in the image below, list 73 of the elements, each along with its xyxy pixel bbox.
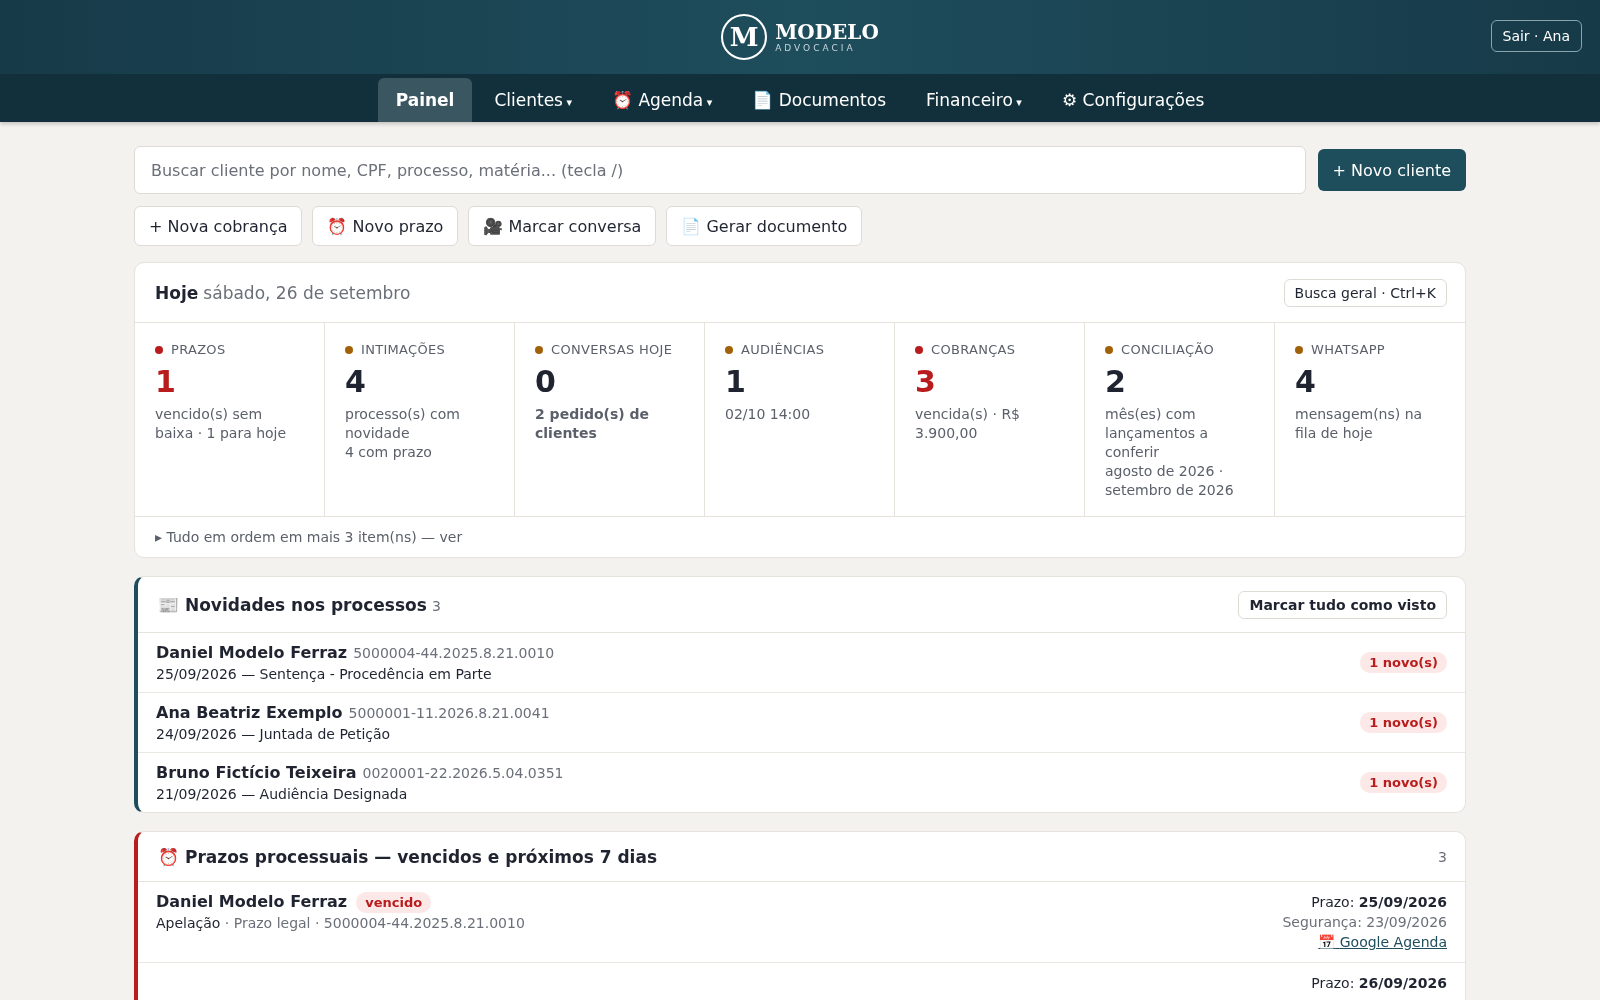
client-name[interactable]: Bruno Fictício Teixeira	[156, 763, 357, 782]
quick-action-button[interactable]: ⏰ Novo prazo	[312, 206, 459, 246]
metric-label: COBRANÇAS	[931, 342, 1016, 357]
metric-note: mensagem(ns) na fila de hoje	[1295, 405, 1424, 443]
search-field[interactable]: Buscar cliente por nome, CPF, processo, matéria... (tecla /)	[134, 146, 1306, 194]
metric-value: 0	[535, 364, 557, 399]
safety-date: Segurança: 23/09/2026	[1282, 913, 1447, 932]
new-count-badge: 1 novo(s)	[1360, 712, 1447, 733]
today-date: sábado, 26 de setembro	[203, 282, 411, 303]
client-name[interactable]: Daniel Modelo Ferraz	[156, 892, 348, 911]
quick-action-button[interactable]: + Nova cobrança	[134, 206, 303, 246]
due-date: Prazo: 26/09/2026	[1311, 974, 1447, 993]
brand-tagline: ADVOCACIA	[775, 43, 857, 53]
process-number: 0020001-22.2026.5.04.0351	[362, 765, 564, 781]
metric-label: PRAZOS	[171, 342, 226, 357]
metric-label: CONCILIAÇÃO	[1121, 342, 1214, 357]
news-title: 📰 Novidades nos processos	[158, 594, 427, 615]
nav-tab[interactable]: Financeiro ▾	[908, 78, 1040, 122]
metric-note: vencido(s) sem baixa · 1 para hoje	[155, 405, 288, 443]
metric-value: 1	[155, 364, 177, 399]
metric-label: CONVERSAS HOJE	[551, 342, 673, 357]
global-search-button[interactable]: Busca geral · Ctrl+K	[1283, 278, 1447, 307]
process-number: 5000001-11.2026.8.21.0041	[348, 705, 550, 721]
metric-value: 3	[915, 364, 937, 399]
mark-seen-button[interactable]: Marcar tudo como visto	[1238, 590, 1447, 619]
metric-tile[interactable]: AUDIÊNCIAS 1 02/10 14:00	[705, 323, 895, 516]
today-title: Hoje	[155, 282, 199, 303]
news-detail: 24/09/2026 — Juntada de Petição	[156, 726, 392, 742]
nav-tab[interactable]: Painel	[377, 78, 473, 122]
logo-emblem: M	[721, 14, 768, 60]
metric-label: WHATSAPP	[1311, 342, 1385, 357]
metric-note: processo(s) com novidade	[345, 405, 461, 443]
news-count: 3	[431, 597, 441, 614]
metric-note: 2 pedido(s) de clientes	[535, 405, 651, 443]
new-count-badge: 1 novo(s)	[1360, 652, 1447, 673]
metric-tile[interactable]: COBRANÇAS 3 vencida(s) · R$ 3.900,00	[895, 323, 1085, 516]
metric-tile[interactable]: WHATSAPP 4 mensagem(ns) na fila de hoje	[1275, 323, 1465, 516]
nav-tab[interactable]: ⏰ Agenda ▾	[594, 78, 731, 122]
deadline-detail: Apelação · Prazo legal · 5000004-44.2025.8.21.0010	[156, 915, 525, 931]
brand-name: MODELO	[775, 21, 879, 43]
quick-action-button[interactable]: 📄 Gerar documento	[666, 206, 863, 246]
google-calendar-link[interactable]: 📅 Google Agenda	[1318, 934, 1447, 950]
nav-tab[interactable]: Clientes ▾	[476, 78, 590, 122]
metric-note: vencida(s) · R$ 3.900,00	[915, 405, 1022, 443]
metric-tile[interactable]: INTIMAÇÕES 4 processo(s) com novidade 4 com prazo	[325, 323, 515, 516]
metric-value: 2	[1105, 364, 1127, 399]
metric-tile[interactable]: CONVERSAS HOJE 0 2 pedido(s) de clientes	[515, 323, 705, 516]
metric-tile[interactable]: PRAZOS 1 vencido(s) sem baixa · 1 para hoje	[135, 323, 325, 516]
deadlines-title: ⏰ Prazos processuais — vencidos e próximos 7 dias	[158, 846, 658, 867]
metric-note: 4 com prazo	[345, 443, 433, 462]
new-client-button[interactable]: + Novo cliente	[1317, 149, 1466, 191]
deadlines-count: 3	[1438, 848, 1447, 865]
news-detail: 25/09/2026 — Sentença - Procedência em Parte	[156, 666, 493, 682]
due-date: Prazo: 25/09/2026	[1310, 893, 1447, 912]
nav-tab[interactable]: 📄 Documentos	[734, 78, 905, 122]
quick-action-button[interactable]: 🎥 Marcar conversa	[468, 206, 657, 246]
metric-value: 4	[345, 364, 367, 399]
client-name[interactable]: Daniel Modelo Ferraz	[156, 643, 348, 662]
nav-tab[interactable]: ⚙ Configurações	[1043, 78, 1223, 122]
metric-value: 1	[725, 364, 747, 399]
metric-value: 4	[1295, 364, 1317, 399]
logout-button[interactable]: Sair · Ana	[1490, 20, 1582, 52]
metric-tile[interactable]: CONCILIAÇÃO 2 mês(es) com lançamentos a conferir agosto de 2026 · setembro de 2026	[1085, 323, 1275, 516]
news-detail: 21/09/2026 — Audiência Designada	[156, 786, 409, 802]
metric-label: AUDIÊNCIAS	[741, 342, 825, 357]
more-items-toggle[interactable]: ▸ Tudo em ordem em mais 3 item(ns) — ver	[135, 517, 1465, 557]
process-number: 5000004-44.2025.8.21.0010	[353, 645, 555, 661]
new-count-badge: 1 novo(s)	[1360, 772, 1447, 793]
metric-note: agosto de 2026 · setembro de 2026	[1105, 462, 1235, 500]
metric-note: 02/10 14:00	[725, 405, 812, 424]
client-name[interactable]: Ana Beatriz Exemplo	[156, 703, 343, 722]
status-badge: vencido	[356, 892, 432, 913]
metric-label: INTIMAÇÕES	[361, 342, 445, 357]
